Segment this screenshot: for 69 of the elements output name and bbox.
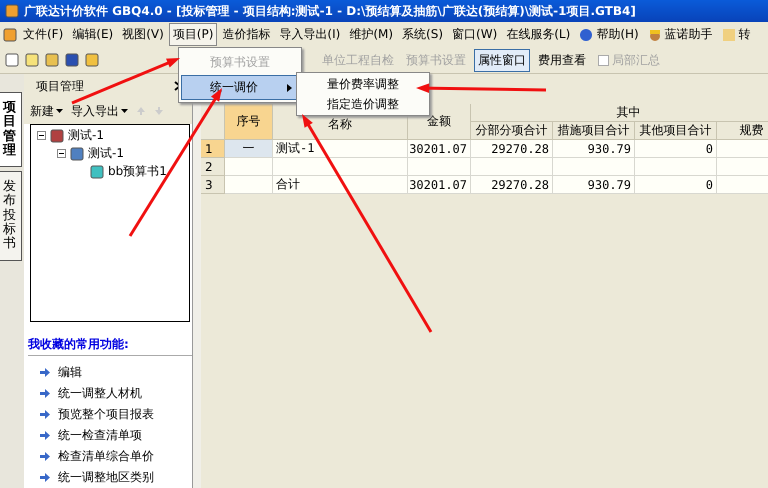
menu-item[interactable]: 转: [718, 23, 755, 46]
empty-cell: [408, 158, 471, 176]
submenu-arrow-icon: [287, 84, 292, 92]
link[interactable]: 统一检查清单项: [58, 426, 142, 444]
arrow-icon: [40, 452, 50, 461]
panel-title: 项目管理: [36, 78, 84, 95]
helper-icon: [648, 28, 662, 42]
menu-item[interactable]: 造价指标: [218, 23, 274, 46]
tree-item[interactable]: 测试-1: [68, 127, 104, 144]
dropdown-button[interactable]: 导入导出: [71, 102, 128, 120]
column-header[interactable]: 其他项目合计: [635, 122, 717, 140]
menu-item[interactable]: 视图(V): [118, 23, 168, 46]
app-icon: [2, 26, 18, 42]
menu-item[interactable]: 项目(P): [168, 23, 218, 46]
dropdown-button[interactable]: 新建: [30, 102, 63, 120]
menu-item[interactable]: 文件(F): [19, 23, 68, 46]
toolbar-button[interactable]: 费用查看: [534, 48, 590, 72]
arrow-icon: [40, 410, 50, 419]
window-title: 广联达计价软件 GBQ4.0 - [投标管理 - 项目结构:测试-1 - D:\预结算及抽筋\广联达(预结算)\测试-1项目.GTB4]: [24, 2, 636, 20]
column-header[interactable]: 措施项目合计: [553, 122, 635, 140]
link[interactable]: 统一调整地区类别: [58, 468, 154, 486]
menu-item[interactable]: 量价费率调整: [299, 74, 427, 94]
column-header[interactable]: 序号: [225, 104, 273, 140]
arrow-icon: [40, 472, 50, 482]
menu-item[interactable]: 导入导出(I): [275, 23, 344, 46]
side-tab[interactable]: 项目管理: [0, 92, 22, 168]
table-cell: 0: [635, 176, 717, 194]
table-cell: 930.79: [553, 140, 635, 158]
caret-icon[interactable]: [56, 109, 63, 114]
menu-item[interactable]: 窗口(W): [448, 23, 502, 46]
app-icon: [4, 3, 20, 19]
arrow-icon: [40, 430, 50, 440]
menu-item[interactable]: 蓝诺助手: [644, 23, 717, 46]
table-cell: 30201.07: [408, 140, 471, 158]
link[interactable]: 预览整个项目报表: [58, 406, 154, 423]
link[interactable]: 统一调整人材机: [58, 384, 142, 402]
arrow-icon: [40, 388, 50, 398]
column-header[interactable]: 规费: [717, 122, 768, 140]
row-number[interactable]: 2: [201, 158, 225, 176]
table-cell: 29270.28: [471, 176, 553, 194]
tree-item[interactable]: 测试-1: [88, 145, 124, 162]
column-group-header: 其中: [471, 104, 768, 122]
tree-item[interactable]: bb预算书1: [108, 163, 167, 180]
menu-item[interactable]: 维护(M): [345, 23, 398, 46]
row-number[interactable]: 1: [201, 140, 225, 158]
table-cell: 合计: [273, 176, 408, 194]
menu-item[interactable]: 编辑(E): [68, 23, 118, 46]
table-cell: 30201.07: [408, 176, 471, 194]
column-header[interactable]: 分部分项合计: [471, 122, 553, 140]
menu-item[interactable]: 统一调价: [181, 75, 299, 100]
menu-item[interactable]: 帮助(H): [575, 23, 643, 46]
row-number[interactable]: 3: [201, 176, 225, 194]
link[interactable]: 编辑: [58, 364, 82, 381]
table-cell: 一: [225, 140, 273, 158]
caret-icon[interactable]: [121, 109, 128, 114]
arrow-icon: [40, 368, 50, 377]
link[interactable]: 检查清单综合单价: [58, 448, 154, 465]
table-cell: 930.79: [553, 176, 635, 194]
table-cell: 29270.28: [471, 140, 553, 158]
collapse-icon[interactable]: [57, 149, 66, 158]
table-cell: 测试-1: [273, 140, 408, 158]
side-tab[interactable]: 发布投标书: [0, 171, 22, 261]
toolbar-button[interactable]: 属性窗口: [474, 48, 530, 72]
table-cell: 0: [635, 140, 717, 158]
menu-item[interactable]: 系统(S): [398, 23, 448, 46]
help-icon: [579, 28, 594, 42]
collapse-icon[interactable]: [37, 131, 46, 140]
checkbox-icon: [598, 54, 609, 66]
menu-item[interactable]: 在线服务(L): [502, 23, 574, 46]
